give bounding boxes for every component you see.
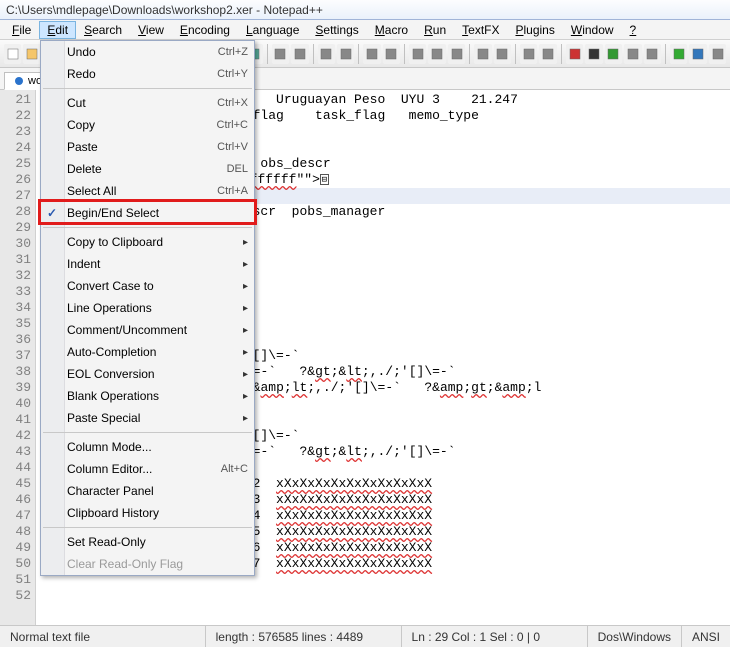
menu-run[interactable]: Run xyxy=(416,21,454,39)
macro-rec-icon[interactable] xyxy=(566,44,583,64)
edit-menu-select-all[interactable]: Select AllCtrl+A xyxy=(41,180,254,202)
edit-menu-paste[interactable]: PasteCtrl+V xyxy=(41,136,254,158)
zoom-out-icon[interactable] xyxy=(337,44,354,64)
status-filetype: Normal text file xyxy=(0,626,206,647)
edit-menu-set-read-only[interactable]: Set Read-Only xyxy=(41,531,254,553)
menu-window[interactable]: Window xyxy=(563,21,622,39)
zoom-in-icon[interactable] xyxy=(318,44,335,64)
macro-run-icon[interactable] xyxy=(624,44,641,64)
menu-file[interactable]: File xyxy=(4,21,39,39)
edit-menu-cut[interactable]: CutCtrl+X xyxy=(41,92,254,114)
menu-edit[interactable]: Edit xyxy=(39,21,76,39)
edit-menu-begin-end-select[interactable]: ✓Begin/End Select xyxy=(41,202,254,224)
edit-menu-column-editor[interactable]: Column Editor...Alt+C xyxy=(41,458,254,480)
window-title: C:\Users\mdlepage\Downloads\workshop2.xe… xyxy=(6,3,323,17)
unfold-icon[interactable] xyxy=(539,44,556,64)
indent-guide-icon[interactable] xyxy=(448,44,465,64)
file-saved-icon xyxy=(15,77,23,85)
sync-h-icon[interactable] xyxy=(383,44,400,64)
fold-icon[interactable] xyxy=(520,44,537,64)
menu-?[interactable]: ? xyxy=(622,21,645,39)
status-eol: Dos\Windows xyxy=(588,626,682,647)
menu-settings[interactable]: Settings xyxy=(307,21,366,39)
abc-icon[interactable] xyxy=(689,44,706,64)
edit-menu-undo[interactable]: UndoCtrl+Z xyxy=(41,41,254,63)
statusbar: Normal text file length : 576585 lines :… xyxy=(0,625,730,647)
menubar: FileEditSearchViewEncodingLanguageSettin… xyxy=(0,20,730,40)
edit-menu-dropdown: UndoCtrl+ZRedoCtrl+YCutCtrl+XCopyCtrl+CP… xyxy=(40,40,255,576)
show-all-icon[interactable] xyxy=(428,44,445,64)
edit-menu-paste-special[interactable]: Paste Special▸ xyxy=(41,407,254,429)
status-encoding: ANSI xyxy=(682,626,730,647)
doc-map-icon[interactable] xyxy=(494,44,511,64)
lang-icon[interactable] xyxy=(474,44,491,64)
menu-view[interactable]: View xyxy=(130,21,172,39)
edit-menu-copy[interactable]: CopyCtrl+C xyxy=(41,114,254,136)
menu-search[interactable]: Search xyxy=(76,21,130,39)
menu-textfx[interactable]: TextFX xyxy=(454,21,507,39)
open-icon[interactable] xyxy=(23,44,40,64)
edit-menu-clipboard-history[interactable]: Clipboard History xyxy=(41,502,254,524)
edit-menu-character-panel[interactable]: Character Panel xyxy=(41,480,254,502)
edit-menu-redo[interactable]: RedoCtrl+Y xyxy=(41,63,254,85)
replace-icon[interactable] xyxy=(291,44,308,64)
edit-menu-blank-operations[interactable]: Blank Operations▸ xyxy=(41,385,254,407)
macro-stop-icon[interactable] xyxy=(585,44,602,64)
menu-plugins[interactable]: Plugins xyxy=(507,21,562,39)
menu-macro[interactable]: Macro xyxy=(367,21,416,39)
wrap-icon[interactable] xyxy=(409,44,426,64)
menu-encoding[interactable]: Encoding xyxy=(172,21,238,39)
status-length: length : 576585 lines : 4489 xyxy=(206,626,402,647)
menu-language[interactable]: Language xyxy=(238,21,307,39)
edit-menu-clear-read-only-flag: Clear Read-Only Flag xyxy=(41,553,254,575)
line-number-gutter: 21 22 23 24 25 26 27 28 29 30 31 32 33 3… xyxy=(0,90,36,625)
edit-menu-indent[interactable]: Indent▸ xyxy=(41,253,254,275)
edit-menu-eol-conversion[interactable]: EOL Conversion▸ xyxy=(41,363,254,385)
new-icon[interactable] xyxy=(4,44,21,64)
edit-menu-line-operations[interactable]: Line Operations▸ xyxy=(41,297,254,319)
edit-menu-convert-case-to[interactable]: Convert Case to▸ xyxy=(41,275,254,297)
find-icon[interactable] xyxy=(272,44,289,64)
spell-icon[interactable] xyxy=(670,44,687,64)
edit-menu-delete[interactable]: DeleteDEL xyxy=(41,158,254,180)
macro-play-icon[interactable] xyxy=(605,44,622,64)
macro-save-icon[interactable] xyxy=(644,44,661,64)
status-position: Ln : 29 Col : 1 Sel : 0 | 0 xyxy=(402,626,588,647)
edit-menu-auto-completion[interactable]: Auto-Completion▸ xyxy=(41,341,254,363)
more-icon[interactable] xyxy=(709,44,726,64)
window-titlebar: C:\Users\mdlepage\Downloads\workshop2.xe… xyxy=(0,0,730,20)
edit-menu-comment-uncomment[interactable]: Comment/Uncomment▸ xyxy=(41,319,254,341)
sync-v-icon[interactable] xyxy=(363,44,380,64)
edit-menu-copy-to-clipboard[interactable]: Copy to Clipboard▸ xyxy=(41,231,254,253)
edit-menu-column-mode[interactable]: Column Mode... xyxy=(41,436,254,458)
